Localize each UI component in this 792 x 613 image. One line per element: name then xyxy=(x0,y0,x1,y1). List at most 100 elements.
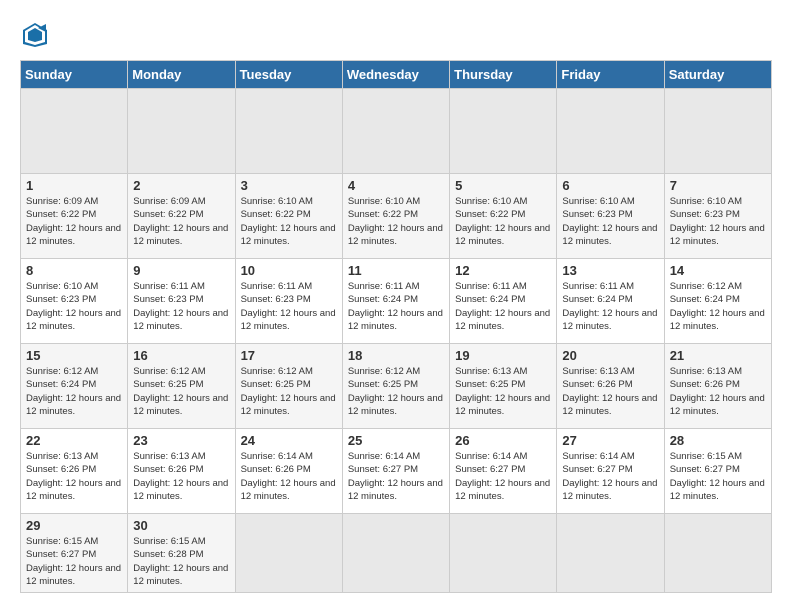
calendar-cell: 28 Sunrise: 6:15 AMSunset: 6:27 PMDayligh… xyxy=(664,429,771,514)
day-info: Sunrise: 6:11 AMSunset: 6:23 PMDaylight:… xyxy=(241,280,337,333)
calendar-cell: 24Sunrise: 6:14 AMSunset: 6:26 PMDayligh… xyxy=(235,429,342,514)
day-number: 29 xyxy=(26,518,122,533)
day-info: Sunrise: 6:10 AMSunset: 6:23 PMDaylight:… xyxy=(26,280,122,333)
day-info: Sunrise: 6:13 AMSunset: 6:26 PMDaylight:… xyxy=(133,450,229,503)
calendar-week-row: 29 Sunrise: 6:15 AMSunset: 6:27 PMDayligh… xyxy=(21,514,772,593)
day-number: 25 xyxy=(348,433,444,448)
calendar-week-row: 1Sunrise: 6:09 AMSunset: 6:22 PMDaylight… xyxy=(21,174,772,259)
calendar-cell: 9Sunrise: 6:11 AMSunset: 6:23 PMDaylight… xyxy=(128,259,235,344)
day-number: 6 xyxy=(562,178,658,193)
day-number: 8 xyxy=(26,263,122,278)
day-number: 22 xyxy=(26,433,122,448)
calendar-cell xyxy=(342,89,449,174)
day-header-saturday: Saturday xyxy=(664,61,771,89)
calendar-week-row: 15 Sunrise: 6:12 AMSunset: 6:24 PMDayligh… xyxy=(21,344,772,429)
day-number: 7 xyxy=(670,178,766,193)
day-info: Sunrise: 6:12 AMSunset: 6:25 PMDaylight:… xyxy=(133,365,229,418)
calendar-cell: 17Sunrise: 6:12 AMSunset: 6:25 PMDayligh… xyxy=(235,344,342,429)
logo xyxy=(20,20,54,50)
calendar-cell: 1Sunrise: 6:09 AMSunset: 6:22 PMDaylight… xyxy=(21,174,128,259)
day-header-monday: Monday xyxy=(128,61,235,89)
day-info: Sunrise: 6:12 AMSunset: 6:24 PMDaylight:… xyxy=(670,280,766,333)
day-number: 30 xyxy=(133,518,229,533)
calendar-cell xyxy=(235,514,342,593)
day-info: Sunrise: 6:10 AMSunset: 6:23 PMDaylight:… xyxy=(670,195,766,248)
day-number: 20 xyxy=(562,348,658,363)
calendar-cell: 6Sunrise: 6:10 AMSunset: 6:23 PMDaylight… xyxy=(557,174,664,259)
calendar-cell: 23 Sunrise: 6:13 AMSunset: 6:26 PMDayligh… xyxy=(128,429,235,514)
day-number: 11 xyxy=(348,263,444,278)
day-info: Sunrise: 6:10 AMSunset: 6:22 PMDaylight:… xyxy=(348,195,444,248)
day-info: Sunrise: 6:12 AMSunset: 6:24 PMDaylight:… xyxy=(26,365,122,418)
calendar-cell xyxy=(128,89,235,174)
calendar-cell xyxy=(450,89,557,174)
calendar-cell xyxy=(557,89,664,174)
day-info: Sunrise: 6:14 AMSunset: 6:27 PMDaylight:… xyxy=(348,450,444,503)
calendar-cell: 26 Sunrise: 6:14 AMSunset: 6:27 PMDayligh… xyxy=(450,429,557,514)
calendar-cell: 29 Sunrise: 6:15 AMSunset: 6:27 PMDayligh… xyxy=(21,514,128,593)
day-number: 26 xyxy=(455,433,551,448)
calendar-cell: 18Sunrise: 6:12 AMSunset: 6:25 PMDayligh… xyxy=(342,344,449,429)
day-number: 9 xyxy=(133,263,229,278)
day-info: Sunrise: 6:15 AMSunset: 6:27 PMDaylight:… xyxy=(26,535,122,588)
calendar-cell: 21Sunrise: 6:13 AMSunset: 6:26 PMDayligh… xyxy=(664,344,771,429)
calendar-cell: 22 Sunrise: 6:13 AMSunset: 6:26 PMDayligh… xyxy=(21,429,128,514)
calendar-cell: 20 Sunrise: 6:13 AMSunset: 6:26 PMDayligh… xyxy=(557,344,664,429)
calendar-cell: 15 Sunrise: 6:12 AMSunset: 6:24 PMDayligh… xyxy=(21,344,128,429)
day-number: 27 xyxy=(562,433,658,448)
day-number: 2 xyxy=(133,178,229,193)
calendar-cell: 27 Sunrise: 6:14 AMSunset: 6:27 PMDayligh… xyxy=(557,429,664,514)
calendar-cell xyxy=(450,514,557,593)
day-info: Sunrise: 6:12 AMSunset: 6:25 PMDaylight:… xyxy=(241,365,337,418)
calendar-cell xyxy=(21,89,128,174)
calendar: SundayMondayTuesdayWednesdayThursdayFrid… xyxy=(20,60,772,593)
day-number: 23 xyxy=(133,433,229,448)
calendar-week-row xyxy=(21,89,772,174)
day-header-wednesday: Wednesday xyxy=(342,61,449,89)
calendar-cell xyxy=(342,514,449,593)
day-number: 5 xyxy=(455,178,551,193)
calendar-cell: 19 Sunrise: 6:13 AMSunset: 6:25 PMDayligh… xyxy=(450,344,557,429)
day-info: Sunrise: 6:15 AMSunset: 6:28 PMDaylight:… xyxy=(133,535,229,588)
day-info: Sunrise: 6:10 AMSunset: 6:22 PMDaylight:… xyxy=(241,195,337,248)
calendar-cell: 3 Sunrise: 6:10 AMSunset: 6:22 PMDaylight… xyxy=(235,174,342,259)
day-number: 16 xyxy=(133,348,229,363)
day-info: Sunrise: 6:13 AMSunset: 6:25 PMDaylight:… xyxy=(455,365,551,418)
logo-icon xyxy=(20,20,50,50)
day-number: 4 xyxy=(348,178,444,193)
calendar-cell: 2Sunrise: 6:09 AMSunset: 6:22 PMDaylight… xyxy=(128,174,235,259)
day-number: 15 xyxy=(26,348,122,363)
calendar-cell: 10 Sunrise: 6:11 AMSunset: 6:23 PMDayligh… xyxy=(235,259,342,344)
day-number: 24 xyxy=(241,433,337,448)
calendar-cell: 16 Sunrise: 6:12 AMSunset: 6:25 PMDayligh… xyxy=(128,344,235,429)
calendar-cell: 14Sunrise: 6:12 AMSunset: 6:24 PMDayligh… xyxy=(664,259,771,344)
day-number: 28 xyxy=(670,433,766,448)
calendar-cell: 11Sunrise: 6:11 AMSunset: 6:24 PMDayligh… xyxy=(342,259,449,344)
calendar-cell xyxy=(664,514,771,593)
calendar-cell: 5 Sunrise: 6:10 AMSunset: 6:22 PMDaylight… xyxy=(450,174,557,259)
calendar-cell: 13Sunrise: 6:11 AMSunset: 6:24 PMDayligh… xyxy=(557,259,664,344)
calendar-cell: 12 Sunrise: 6:11 AMSunset: 6:24 PMDayligh… xyxy=(450,259,557,344)
day-info: Sunrise: 6:14 AMSunset: 6:27 PMDaylight:… xyxy=(455,450,551,503)
day-info: Sunrise: 6:11 AMSunset: 6:24 PMDaylight:… xyxy=(562,280,658,333)
header xyxy=(20,20,772,50)
day-info: Sunrise: 6:11 AMSunset: 6:24 PMDaylight:… xyxy=(455,280,551,333)
day-info: Sunrise: 6:12 AMSunset: 6:25 PMDaylight:… xyxy=(348,365,444,418)
day-number: 1 xyxy=(26,178,122,193)
day-number: 3 xyxy=(241,178,337,193)
calendar-cell: 25 Sunrise: 6:14 AMSunset: 6:27 PMDayligh… xyxy=(342,429,449,514)
day-header-tuesday: Tuesday xyxy=(235,61,342,89)
day-info: Sunrise: 6:14 AMSunset: 6:27 PMDaylight:… xyxy=(562,450,658,503)
day-number: 10 xyxy=(241,263,337,278)
calendar-cell xyxy=(664,89,771,174)
day-number: 19 xyxy=(455,348,551,363)
calendar-cell: 7 Sunrise: 6:10 AMSunset: 6:23 PMDaylight… xyxy=(664,174,771,259)
day-header-thursday: Thursday xyxy=(450,61,557,89)
day-info: Sunrise: 6:15 AMSunset: 6:27 PMDaylight:… xyxy=(670,450,766,503)
day-number: 12 xyxy=(455,263,551,278)
day-info: Sunrise: 6:13 AMSunset: 6:26 PMDaylight:… xyxy=(26,450,122,503)
day-header-sunday: Sunday xyxy=(21,61,128,89)
calendar-cell xyxy=(235,89,342,174)
day-info: Sunrise: 6:13 AMSunset: 6:26 PMDaylight:… xyxy=(562,365,658,418)
day-info: Sunrise: 6:10 AMSunset: 6:22 PMDaylight:… xyxy=(455,195,551,248)
